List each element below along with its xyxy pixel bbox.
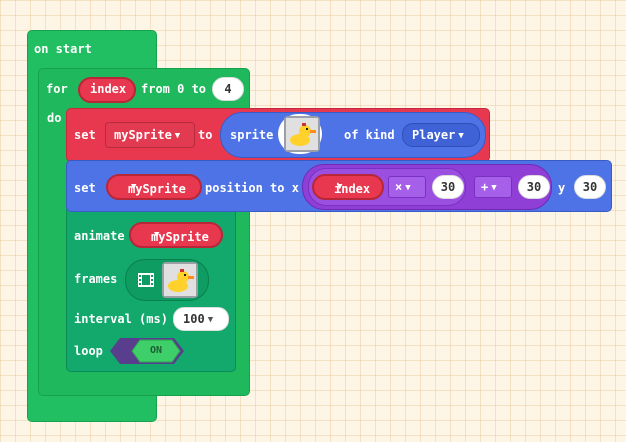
chevron-down-icon: ▼: [131, 182, 137, 192]
toggle-shape: [110, 338, 184, 364]
animate-label: animate: [74, 229, 125, 243]
chevron-down-icon: ▼: [207, 315, 214, 325]
interval-label: interval (ms): [74, 312, 168, 326]
duck-icon: [164, 264, 196, 296]
film-icon: [138, 273, 154, 287]
to-label: to: [198, 128, 213, 142]
add-operator-dropdown[interactable]: + ▼: [474, 176, 512, 198]
multiply-value-input[interactable]: 30: [432, 175, 464, 199]
duck-sprite-thumbnail: [284, 116, 320, 152]
chevron-down-icon: ▼: [174, 131, 181, 141]
sprite-label: sprite: [230, 128, 274, 142]
chevron-down-icon: ▼: [458, 131, 464, 141]
animate-sprite-variable[interactable]: mySprite ▼: [129, 222, 223, 248]
set-position-set-label: set: [74, 181, 96, 195]
chevron-down-icon: ▼: [405, 183, 411, 193]
from-to-label: from 0 to: [141, 82, 207, 96]
frames-label: frames: [74, 272, 118, 286]
chevron-down-icon: ▼: [491, 183, 497, 193]
loop-end-input[interactable]: 4: [212, 77, 244, 101]
add-value-input[interactable]: 30: [518, 175, 550, 199]
chevron-down-icon: ▼: [337, 182, 343, 192]
y-label: y: [558, 181, 566, 195]
sprite-variable-dropdown[interactable]: mySprite ▼: [105, 122, 195, 148]
loop-label: loop: [74, 344, 103, 358]
multiply-operator-dropdown[interactable]: × ▼: [388, 176, 426, 198]
chevron-down-icon: ▼: [154, 230, 160, 240]
do-label: do: [47, 111, 62, 125]
frames-animation-slot[interactable]: [125, 259, 209, 301]
loop-toggle[interactable]: ON: [110, 338, 184, 364]
position-sprite-variable[interactable]: mySprite ▼: [106, 174, 202, 200]
duck-frame-thumbnail: [162, 262, 198, 298]
y-value-input[interactable]: 30: [574, 175, 606, 199]
index-variable[interactable]: index ▼: [312, 174, 384, 200]
of-kind-label: of kind: [344, 128, 395, 142]
loop-variable-index[interactable]: index: [78, 77, 136, 103]
position-to-x-label: position to x: [205, 181, 299, 195]
on-start-label: on start: [34, 42, 92, 56]
for-label: for: [46, 82, 68, 96]
duck-icon: [286, 118, 318, 150]
interval-dropdown[interactable]: 100 ▼: [173, 307, 229, 331]
set-label: set: [74, 128, 96, 142]
toggle-on-label: ON: [150, 345, 163, 356]
kind-dropdown[interactable]: Player ▼: [402, 123, 480, 147]
sprite-image-slot[interactable]: [278, 114, 322, 154]
